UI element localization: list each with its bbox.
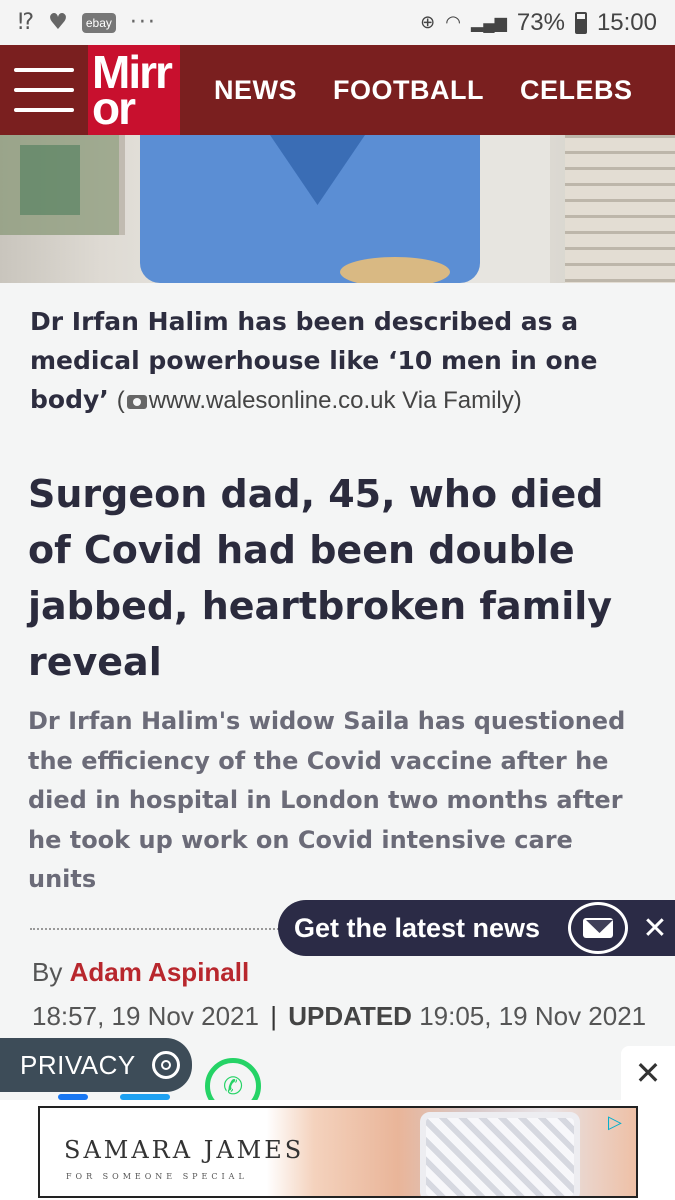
ad-close-button[interactable]: ✕ xyxy=(621,1046,675,1100)
battery-saver-icon: ⊕ xyxy=(420,12,436,32)
privacy-label: PRIVACY xyxy=(20,1049,136,1080)
image-credit: (www.walesonline.co.uk Via Family) xyxy=(116,387,522,414)
nav-celebs[interactable]: CELEBS xyxy=(520,75,633,106)
article-dates: 18:57, 19 Nov 2021 | UPDATED 19:05, 19 N… xyxy=(32,1001,647,1031)
gear-icon xyxy=(151,1051,180,1079)
updated-time: 19:05, 19 Nov 2021 xyxy=(419,1001,647,1031)
battery-icon xyxy=(574,11,587,34)
updated-label: UPDATED xyxy=(288,1001,412,1031)
newsletter-signup-button[interactable]: Get the latest news ✕ xyxy=(278,900,675,956)
ebay-icon: ebay xyxy=(81,12,116,33)
article-hero-image xyxy=(0,135,675,283)
close-icon[interactable]: ✕ xyxy=(638,908,672,948)
more-notifications: ··· xyxy=(129,10,157,35)
ad-brand: SAMARA JAMES xyxy=(64,1136,305,1164)
status-left: ⁉ ♥ ebay ··· xyxy=(18,10,157,35)
cell-signal-icon: ▂▄▆ xyxy=(470,14,507,32)
status-bar: ⁉ ♥ ebay ··· ⊕ ◠ ▂▄▆ 73% 15:00 xyxy=(0,0,675,45)
heart-icon: ♥ xyxy=(48,10,68,35)
cake xyxy=(340,257,450,283)
nav-news[interactable]: NEWS xyxy=(214,75,297,106)
mail-icon[interactable] xyxy=(568,902,628,954)
clock: 15:00 xyxy=(596,8,657,36)
wifi-icon: ◠ xyxy=(445,12,461,32)
battery-percent: 73% xyxy=(516,8,565,36)
menu-icon[interactable] xyxy=(14,68,74,112)
article-standfirst: Dr Irfan Halim's widow Saila has questio… xyxy=(28,707,626,893)
ad-tagline: FOR SOMEONE SPECIAL xyxy=(66,1172,248,1181)
site-header: Mirr or NEWS FOOTBALL CELEBS xyxy=(0,45,675,135)
signal-alert-icon: ⁉ xyxy=(18,10,35,35)
adchoices-icon[interactable]: ▷ xyxy=(608,1112,630,1133)
ad-creative[interactable]: SAMARA JAMES FOR SOMEONE SPECIAL ▷ xyxy=(38,1106,638,1198)
author-link[interactable]: Adam Aspinall xyxy=(70,957,250,987)
privacy-settings-button[interactable]: PRIVACY xyxy=(0,1038,192,1092)
ad-banner[interactable]: SAMARA JAMES FOR SOMEONE SPECIAL ▷ xyxy=(0,1100,675,1200)
mirror-logo[interactable]: Mirr or xyxy=(88,45,180,135)
newsletter-label: Get the latest news xyxy=(294,912,541,943)
status-right: ⊕ ◠ ▂▄▆ 73% 15:00 xyxy=(420,9,657,37)
byline: By Adam Aspinall xyxy=(32,957,250,987)
diamond-ring-image xyxy=(420,1112,580,1196)
divider xyxy=(30,928,286,930)
article-headline: Surgeon dad, 45, who died of Covid had b… xyxy=(28,472,613,684)
main-nav: NEWS FOOTBALL CELEBS xyxy=(214,75,633,106)
nav-football[interactable]: FOOTBALL xyxy=(333,75,484,106)
logo-line2: or xyxy=(92,82,136,134)
published-time: 18:57, 19 Nov 2021 xyxy=(32,1001,259,1031)
camera-icon xyxy=(126,394,147,409)
image-caption: Dr Irfan Halim has been described as a m… xyxy=(30,302,650,420)
